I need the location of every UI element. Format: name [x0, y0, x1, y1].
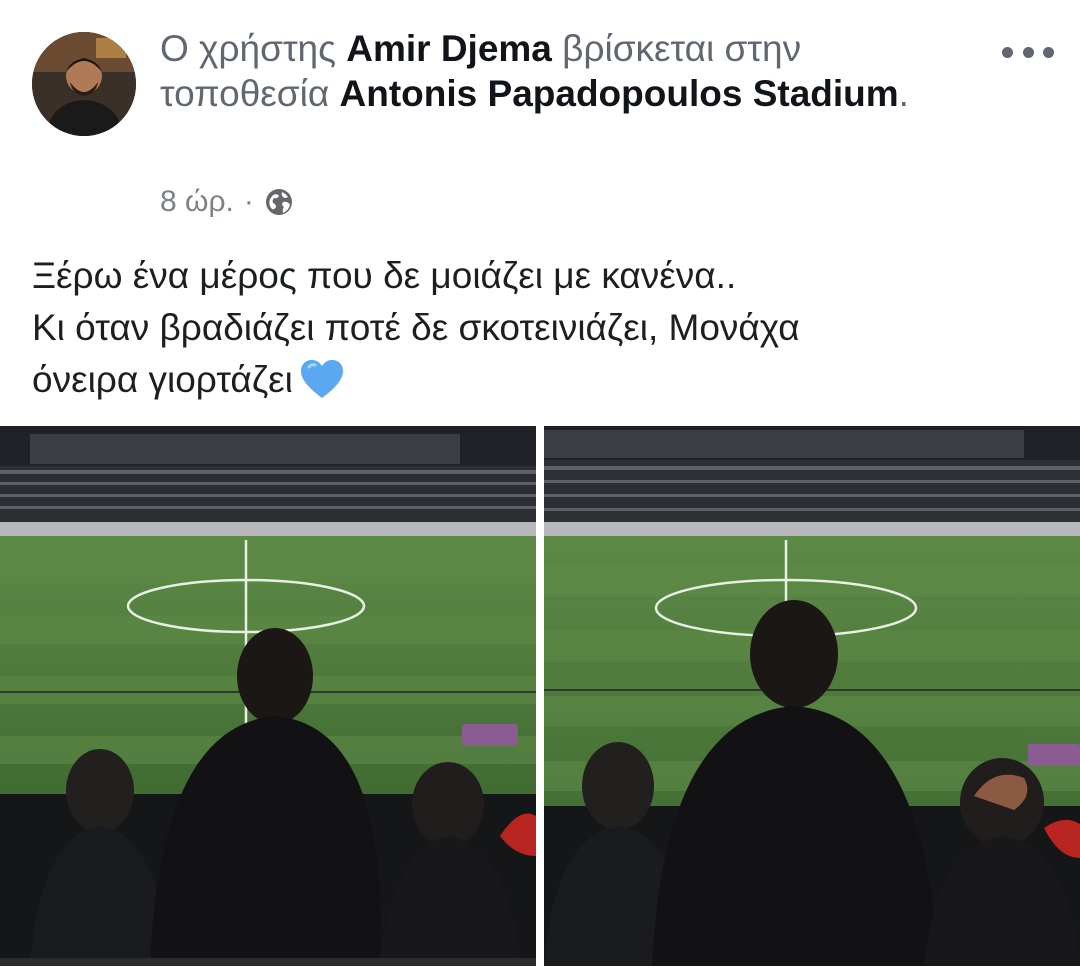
post-text-line-3: όνειρα γιορτάζει — [32, 354, 1052, 406]
location-suffix: . — [898, 73, 909, 114]
stadium-photo-2[interactable] — [544, 426, 1080, 966]
post-meta: 8 ώρ. · — [160, 182, 294, 222]
photo-grid — [0, 426, 1080, 966]
globe-icon[interactable] — [264, 187, 294, 217]
ellipsis-dot — [1002, 46, 1013, 58]
blue-heart-icon — [299, 358, 345, 400]
location-name[interactable]: Antonis Papadopoulos Stadium — [340, 73, 899, 114]
avatar-image — [32, 32, 136, 136]
post-text-line-2: Κι όταν βραδιάζει ποτέ δε σκοτεινιάζει, … — [32, 307, 800, 348]
post-time[interactable]: 8 ώρ. — [160, 185, 234, 219]
author-name[interactable]: Amir Djema — [346, 28, 552, 69]
stadium-photo-1[interactable] — [0, 426, 536, 966]
ellipsis-dot — [1022, 46, 1034, 58]
meta-separator: · — [243, 185, 254, 218]
ellipsis-dot — [1043, 46, 1054, 58]
ellipsis-icon[interactable] — [1002, 40, 1054, 64]
post-header: Ο χρήστης Amir Djema βρίσκεται στην τοπο… — [0, 0, 1080, 230]
avatar[interactable] — [32, 32, 136, 136]
author-prefix: Ο χρήστης — [160, 28, 336, 69]
post-headline: Ο χρήστης Amir Djema βρίσκεται στην τοπο… — [160, 26, 960, 116]
post-text-line-3-text: όνειρα γιορτάζει — [32, 359, 293, 400]
post-text: Ξέρω ένα μέρος που δε μοιάζει με κανένα.… — [32, 250, 1052, 406]
post-text-line-1: Ξέρω ένα μέρος που δε μοιάζει με κανένα.… — [32, 255, 737, 296]
